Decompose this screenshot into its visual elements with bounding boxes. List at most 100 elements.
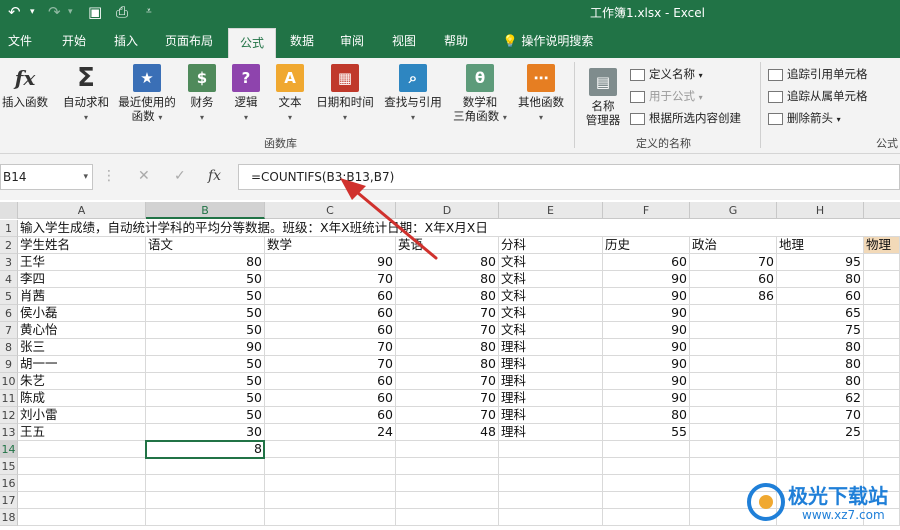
cell-b13[interactable]: 30 (146, 424, 265, 441)
row-header-4[interactable]: 4 (0, 271, 18, 288)
text-button[interactable]: A 文本 ▾ (270, 64, 310, 125)
col-header-d[interactable]: D (396, 202, 499, 219)
cell-e5[interactable]: 文科 (499, 288, 603, 305)
cell-e13[interactable]: 理科 (499, 424, 603, 441)
cell-c3[interactable]: 90 (265, 254, 396, 271)
recently-used-button[interactable]: ★ 最近使用的 函数 ▾ (114, 64, 180, 125)
tab-file[interactable]: 文件 (0, 24, 40, 58)
select-all-corner[interactable] (0, 202, 18, 219)
cell-h10[interactable]: 80 (777, 373, 864, 390)
row-header-17[interactable]: 17 (0, 492, 18, 509)
cell-d9[interactable]: 80 (396, 356, 499, 373)
cell-c17[interactable] (265, 492, 396, 509)
cell-i9[interactable] (864, 356, 900, 373)
autosum-button[interactable]: Σ 自动求和 ▾ (58, 64, 114, 125)
cell-g15[interactable] (690, 458, 777, 475)
col-header-i[interactable] (864, 202, 900, 219)
insert-function-button[interactable]: fx 插入函数 (0, 64, 50, 109)
cell-c6[interactable]: 60 (265, 305, 396, 322)
trace-precedents-button[interactable]: 追踪引用单元格 (768, 66, 868, 82)
cell-e8[interactable]: 理科 (499, 339, 603, 356)
row-header-14[interactable]: 14 (0, 441, 18, 458)
cell-i13[interactable] (864, 424, 900, 441)
cell-e11[interactable]: 理科 (499, 390, 603, 407)
cell-f13[interactable]: 55 (603, 424, 690, 441)
row-header-13[interactable]: 13 (0, 424, 18, 441)
print-preview-icon[interactable]: ⎙ (116, 2, 128, 22)
cell-a17[interactable] (18, 492, 146, 509)
cell-b17[interactable] (146, 492, 265, 509)
cell-b18[interactable] (146, 509, 265, 526)
cell-c8[interactable]: 70 (265, 339, 396, 356)
cell-h3[interactable]: 95 (777, 254, 864, 271)
cell-b12[interactable]: 50 (146, 407, 265, 424)
cell-b15[interactable] (146, 458, 265, 475)
cell-a18[interactable] (18, 509, 146, 526)
tab-home[interactable]: 开始 (52, 24, 96, 58)
cell-h6[interactable]: 65 (777, 305, 864, 322)
col-header-c[interactable]: C (265, 202, 396, 219)
save-icon[interactable]: ▣ (88, 2, 102, 22)
cell-d10[interactable]: 70 (396, 373, 499, 390)
cell-a2[interactable]: 学生姓名 (18, 237, 146, 254)
cell-a5[interactable]: 肖茜 (18, 288, 146, 305)
cell-i5[interactable] (864, 288, 900, 305)
cell-d12[interactable]: 70 (396, 407, 499, 424)
tell-me-search[interactable]: 💡 操作说明搜索 (492, 24, 604, 58)
row-header-11[interactable]: 11 (0, 390, 18, 407)
insert-function-icon[interactable]: fx (208, 168, 221, 184)
cell-i10[interactable] (864, 373, 900, 390)
cell-c5[interactable]: 60 (265, 288, 396, 305)
tab-page-layout[interactable]: 页面布局 (156, 24, 222, 58)
create-from-selection-button[interactable]: 根据所选内容创建 (630, 110, 741, 126)
cell-h7[interactable]: 75 (777, 322, 864, 339)
cell-d17[interactable] (396, 492, 499, 509)
cell-d3[interactable]: 80 (396, 254, 499, 271)
cell-g9[interactable] (690, 356, 777, 373)
cell-c11[interactable]: 60 (265, 390, 396, 407)
cell-f2[interactable]: 历史 (603, 237, 690, 254)
cell-f3[interactable]: 60 (603, 254, 690, 271)
cell-e16[interactable] (499, 475, 603, 492)
cell-d15[interactable] (396, 458, 499, 475)
cell-h13[interactable]: 25 (777, 424, 864, 441)
financial-button[interactable]: $ 财务 ▾ (182, 64, 222, 125)
cell-h11[interactable]: 62 (777, 390, 864, 407)
cell-i3[interactable] (864, 254, 900, 271)
cell-f8[interactable]: 90 (603, 339, 690, 356)
row-header-5[interactable]: 5 (0, 288, 18, 305)
active-cell-b14[interactable] (145, 440, 265, 459)
cell-h9[interactable]: 80 (777, 356, 864, 373)
cell-g14[interactable] (690, 441, 777, 458)
cell-d2[interactable]: 英语 (396, 237, 499, 254)
cell-f15[interactable] (603, 458, 690, 475)
cell-b7[interactable]: 50 (146, 322, 265, 339)
row-header-8[interactable]: 8 (0, 339, 18, 356)
cell-c7[interactable]: 60 (265, 322, 396, 339)
cell-e2[interactable]: 分科 (499, 237, 603, 254)
cell-e18[interactable] (499, 509, 603, 526)
cell-b9[interactable]: 50 (146, 356, 265, 373)
chevron-down-icon[interactable]: ▾ (83, 165, 88, 189)
tab-data[interactable]: 数据 (282, 24, 322, 58)
cell-a11[interactable]: 陈成 (18, 390, 146, 407)
cell-e12[interactable]: 理科 (499, 407, 603, 424)
math-trig-button[interactable]: θ 数学和 三角函数 ▾ (448, 64, 512, 125)
cell-i8[interactable] (864, 339, 900, 356)
cell-g2[interactable]: 政治 (690, 237, 777, 254)
cell-h14[interactable] (777, 441, 864, 458)
row-header-6[interactable]: 6 (0, 305, 18, 322)
cell-i6[interactable] (864, 305, 900, 322)
cell-i7[interactable] (864, 322, 900, 339)
cell-c15[interactable] (265, 458, 396, 475)
cell-g12[interactable] (690, 407, 777, 424)
col-header-e[interactable]: E (499, 202, 603, 219)
tab-review[interactable]: 审阅 (332, 24, 372, 58)
use-in-formula-button[interactable]: 用于公式 ▾ (630, 88, 703, 104)
cell-c2[interactable]: 数学 (265, 237, 396, 254)
cell-g7[interactable] (690, 322, 777, 339)
cell-a4[interactable]: 李四 (18, 271, 146, 288)
tab-help[interactable]: 帮助 (436, 24, 476, 58)
cell-a14[interactable] (18, 441, 146, 458)
cell-d6[interactable]: 70 (396, 305, 499, 322)
